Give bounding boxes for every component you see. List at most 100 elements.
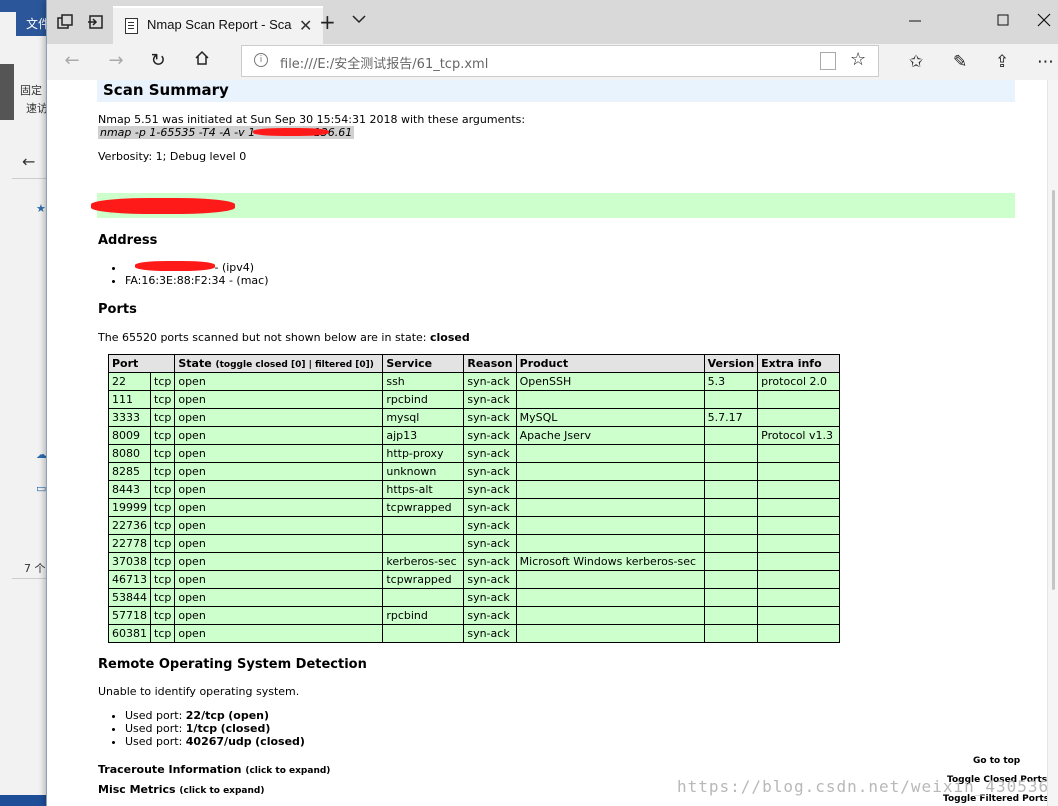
table-row: 22736 tcp open syn-ack [108, 516, 841, 535]
cell-service: https-alt [382, 480, 465, 499]
cell-state: open [174, 624, 384, 643]
cell-reason: syn-ack [463, 606, 517, 625]
cell-product: OpenSSH [515, 372, 705, 391]
cell-port: 60381 [108, 624, 151, 643]
table-row: 8443 tcp open https-alt syn-ack [108, 480, 841, 499]
cell-extra [757, 480, 841, 499]
col-reason: Reason [463, 354, 517, 373]
cell-product [515, 570, 705, 589]
browser-window: Nmap Scan Report - Sca ✕ + ← → ↻ i file:… [46, 0, 1058, 806]
cell-port: 8009 [108, 426, 151, 445]
cell-state: open [174, 516, 384, 535]
refresh-icon[interactable]: ↻ [145, 50, 171, 74]
background-back-arrow-icon[interactable]: ← [22, 152, 35, 171]
address-url[interactable]: file:///E:/安全测试报告/61_tcp.xml [280, 53, 488, 72]
cell-product [515, 390, 705, 409]
table-row: 46713 tcp open tcpwrapped syn-ack [108, 570, 841, 589]
cell-extra: protocol 2.0 [757, 372, 841, 391]
address-bar[interactable]: i file:///E:/安全测试报告/61_tcp.xml ☆ [241, 45, 879, 77]
misc-metrics-toggle[interactable]: Misc Metrics (click to expand) [98, 783, 264, 796]
cell-service [382, 534, 465, 553]
info-icon[interactable]: i [254, 53, 268, 67]
more-icon[interactable]: ⋯ [1037, 52, 1054, 72]
watermark-text: https://blog.csdn.net/weixin_43053625 [677, 777, 1047, 796]
cell-reason: syn-ack [463, 516, 517, 535]
cell-state: open [174, 426, 384, 445]
cell-version [703, 390, 759, 409]
traceroute-toggle[interactable]: Traceroute Information (click to expand) [98, 763, 330, 776]
table-row: 8285 tcp open unknown syn-ack [108, 462, 841, 481]
traceroute-label[interactable]: Traceroute Information [98, 763, 241, 776]
used-port-value: 40267/udp [185, 735, 252, 748]
cell-product [515, 462, 705, 481]
cell-proto: tcp [149, 390, 176, 409]
address-redaction-mark [135, 261, 215, 271]
cell-extra [757, 444, 841, 463]
ports-table: Port State (toggle closed [0] | filtered… [107, 354, 841, 643]
cell-port: 22 [108, 372, 151, 391]
tab-manager-icon[interactable] [53, 10, 77, 34]
cell-proto: tcp [149, 588, 176, 607]
favorite-star-icon[interactable]: ☆ [850, 49, 866, 70]
cell-product: MySQL [515, 408, 705, 427]
cell-state: open [174, 372, 384, 391]
cell-state: open [174, 588, 384, 607]
cell-version [703, 570, 759, 589]
forward-arrow-icon[interactable]: → [103, 50, 129, 74]
reading-view-icon[interactable] [820, 52, 836, 70]
misc-metrics-label[interactable]: Misc Metrics [98, 783, 176, 796]
cell-reason: syn-ack [463, 570, 517, 589]
cell-version [703, 624, 759, 643]
cell-version [703, 426, 759, 445]
new-tab-icon[interactable]: + [319, 10, 336, 34]
chevron-down-icon[interactable] [352, 12, 366, 28]
cell-extra [757, 606, 841, 625]
table-row: 8009 tcp open ajp13 syn-ack Apache Jserv Proto… [108, 426, 841, 445]
list-item: Used port: 1/tcp (closed) [125, 722, 305, 735]
cell-service: unknown [382, 462, 465, 481]
cell-state: open [174, 480, 384, 499]
background-dark-panel [0, 64, 14, 120]
cell-service: ajp13 [382, 426, 465, 445]
cell-version [703, 498, 759, 517]
go-to-top-link[interactable]: Go to top [973, 756, 1020, 766]
cell-extra [757, 408, 841, 427]
share-icon[interactable]: ⇪ [995, 52, 1009, 72]
cell-port: 19999 [108, 498, 151, 517]
set-aside-tabs-icon[interactable] [83, 10, 107, 34]
table-row: 57718 tcp open rpcbind syn-ack [108, 606, 841, 625]
cell-state: open [174, 570, 384, 589]
cell-product: Apache Jserv [515, 426, 705, 445]
cell-version [703, 516, 759, 535]
scan-command-text: nmap -p 1-65535 -T4 -A -v 1 [100, 126, 256, 139]
cell-state: open [174, 552, 384, 571]
ports-heading: Ports [98, 302, 137, 317]
pen-icon[interactable]: ✎ [953, 52, 967, 72]
cell-service [382, 624, 465, 643]
misc-expand-hint[interactable]: (click to expand) [179, 786, 264, 796]
maximize-icon[interactable] [997, 12, 1009, 31]
favorites-list-icon[interactable]: ✩ [909, 52, 923, 72]
cell-extra [757, 552, 841, 571]
used-port-state: (open) [228, 709, 270, 722]
vertical-scrollbar[interactable] [1047, 80, 1058, 806]
cell-port: 3333 [108, 408, 151, 427]
cell-proto: tcp [149, 372, 176, 391]
cell-extra [757, 390, 841, 409]
traceroute-expand-hint[interactable]: (click to expand) [245, 766, 330, 776]
cell-product [515, 480, 705, 499]
used-port-value: 22/tcp [185, 709, 225, 722]
cell-proto: tcp [149, 606, 176, 625]
toggle-closed-filtered-link[interactable]: (toggle closed [0] | filtered [0]) [216, 360, 374, 370]
minimize-icon[interactable] [909, 12, 921, 31]
cell-product [515, 516, 705, 535]
scrollbar-thumb[interactable] [1052, 190, 1055, 590]
initiated-line: Nmap 5.51 was initiated at Sun Sep 30 15… [98, 113, 526, 126]
close-window-icon[interactable] [1037, 12, 1051, 31]
close-tab-icon[interactable]: ✕ [299, 16, 312, 35]
home-icon[interactable] [189, 50, 215, 74]
col-extra: Extra info [757, 354, 841, 373]
tab-nmap-report[interactable]: Nmap Scan Report - Sca ✕ [113, 6, 323, 44]
table-row: 37038 tcp open kerberos-sec syn-ack Microsoft… [108, 552, 841, 571]
back-arrow-icon[interactable]: ← [59, 50, 85, 74]
